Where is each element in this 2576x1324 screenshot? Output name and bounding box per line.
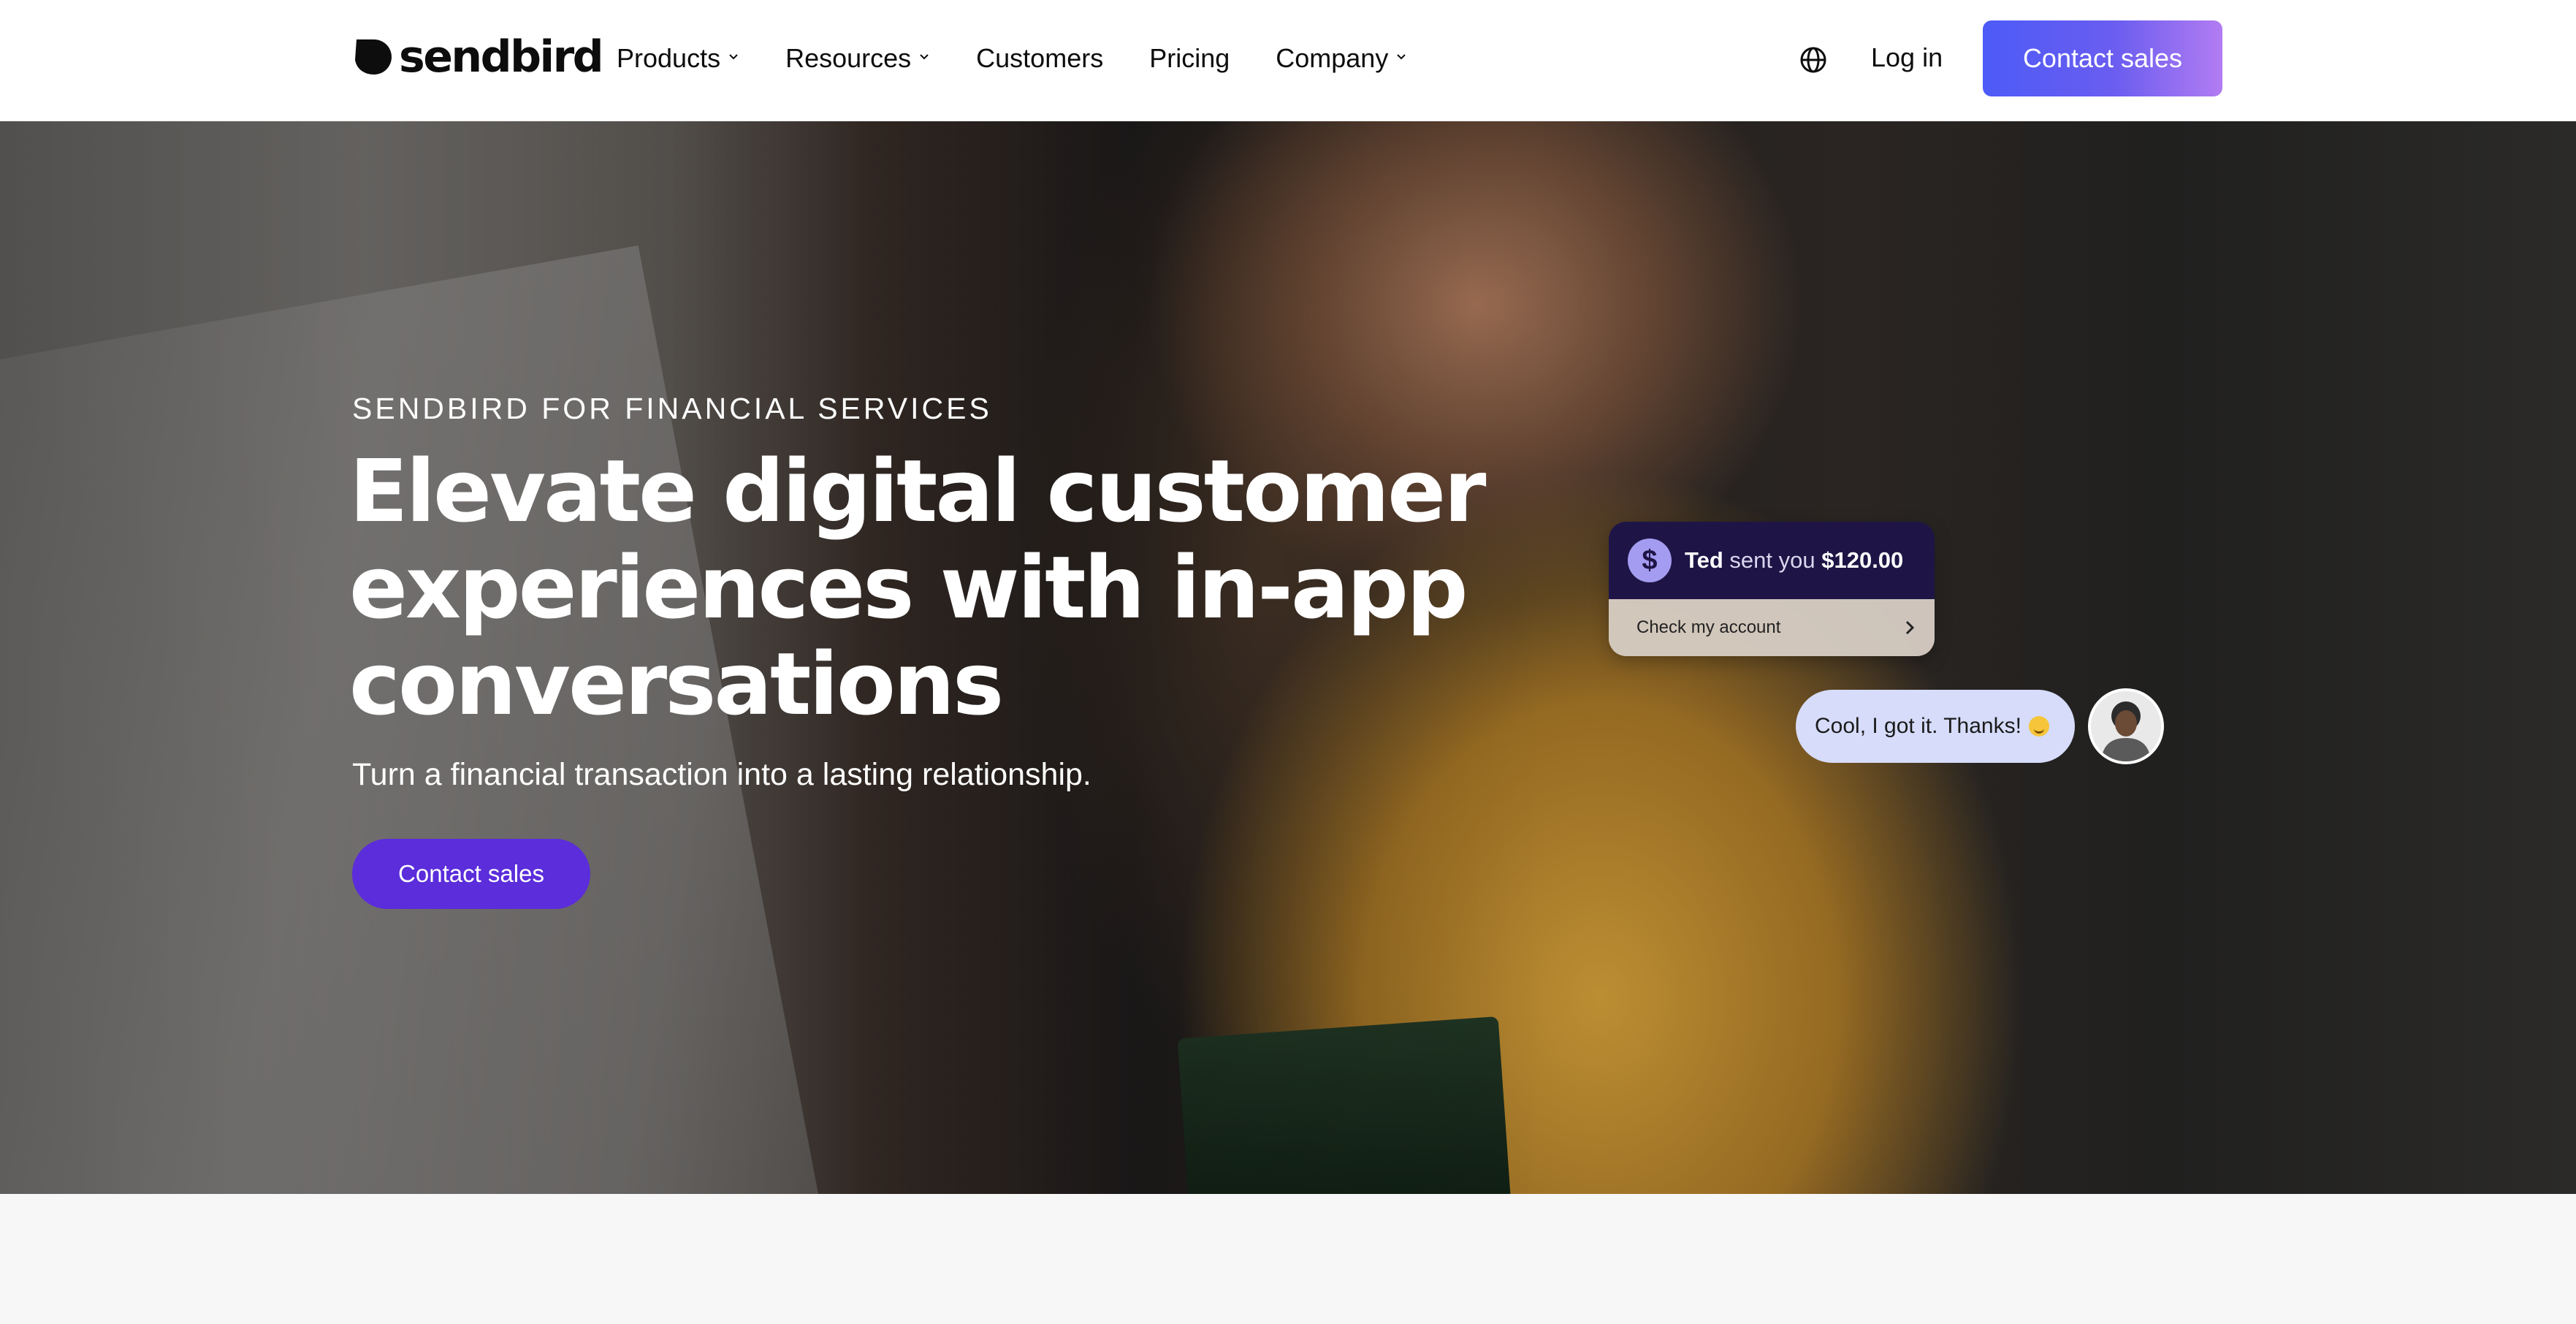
payment-message: Ted sent you $120.00 (1685, 547, 1903, 574)
avatar (2088, 688, 2164, 764)
login-link[interactable]: Log in (1871, 41, 1943, 75)
nav-item-products[interactable]: Products (617, 43, 739, 74)
payment-card-header: $ Ted sent you $120.00 (1609, 522, 1935, 599)
hero-section: SENDBIRD FOR FINANCIAL SERVICES Elevate … (0, 121, 2576, 1194)
smiling-face-emoji-icon (2028, 716, 2049, 737)
payment-middle-text: sent you (1723, 547, 1822, 573)
globe-icon[interactable] (1799, 45, 1828, 75)
payment-notification-card: $ Ted sent you $120.00 Check my account (1609, 522, 1935, 656)
contact-sales-button[interactable]: Contact sales (1983, 20, 2222, 96)
chevron-right-icon (1905, 620, 1915, 635)
nav-item-label: Customers (976, 43, 1104, 73)
check-account-label: Check my account (1636, 617, 1781, 637)
reply-text: Cool, I got it. Thanks! (1815, 714, 2021, 738)
below-hero-area (0, 1194, 2576, 1324)
headline-line: conversations (349, 634, 1004, 734)
check-account-link[interactable]: Check my account (1609, 599, 1935, 656)
hero-subhead: Turn a financial transaction into a last… (352, 757, 1091, 792)
sendbird-logo[interactable]: sendbird (352, 31, 604, 83)
nav-item-label: Resources (785, 43, 912, 73)
nav-item-label: Company (1276, 43, 1389, 73)
nav-item-pricing[interactable]: Pricing (1149, 43, 1230, 74)
chevron-down-icon (729, 54, 738, 60)
person-avatar-icon (2091, 691, 2161, 761)
payment-sender: Ted (1685, 547, 1723, 573)
hero-eyebrow: SENDBIRD FOR FINANCIAL SERVICES (352, 392, 992, 425)
dollar-icon: $ (1628, 539, 1672, 582)
hero-contact-sales-button[interactable]: Contact sales (352, 839, 590, 909)
nav-item-company[interactable]: Company (1276, 43, 1407, 74)
brand-name: sendbird (399, 31, 604, 83)
nav-item-label: Products (617, 43, 721, 73)
chevron-down-icon (920, 54, 929, 60)
chevron-down-icon (1397, 54, 1406, 60)
reply-chat-bubble: Cool, I got it. Thanks! (1796, 690, 2075, 763)
sendbird-logo-icon (355, 39, 392, 75)
headline-line: Elevate digital customer (349, 441, 1486, 541)
top-nav: sendbird Products Resources Customers Pr… (0, 0, 2576, 121)
nav-item-resources[interactable]: Resources (785, 43, 930, 74)
nav-item-label: Pricing (1149, 43, 1230, 73)
headline-line: experiences with in-app (349, 537, 1468, 638)
main-nav: Products Resources Customers Pricing Com… (617, 41, 1453, 76)
hero-headline: Elevate digital customer experiences wit… (349, 441, 1486, 734)
nav-item-customers[interactable]: Customers (976, 43, 1103, 74)
payment-amount: $120.00 (1821, 547, 1904, 573)
